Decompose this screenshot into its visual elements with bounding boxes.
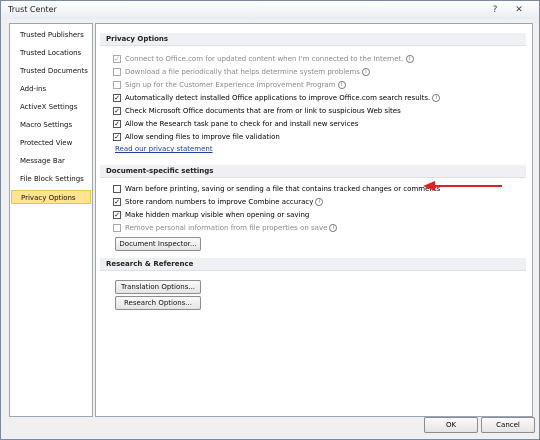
sidebar-item-add-ins[interactable]: Add-ins [11, 82, 91, 96]
sidebar-item-trusted-locations[interactable]: Trusted Locations [11, 46, 91, 60]
settings-panel: Privacy Options ✓ Connect to Office.com … [95, 23, 533, 417]
sidebar: Trusted Publishers Trusted Locations Tru… [9, 23, 93, 417]
info-icon[interactable]: i [329, 224, 338, 232]
checkbox[interactable]: ✓ [113, 55, 121, 63]
research-options-button[interactable]: Research Options... [115, 296, 201, 310]
checkbox[interactable]: ✓ [113, 211, 121, 219]
option-label: Download a file periodically that helps … [125, 68, 360, 76]
sidebar-item-activex-settings[interactable]: ActiveX Settings [11, 100, 91, 114]
sidebar-item-privacy-options[interactable]: Privacy Options [11, 190, 91, 204]
sidebar-item-file-block-settings[interactable]: File Block Settings [11, 172, 91, 186]
info-icon[interactable]: i [405, 55, 414, 63]
close-icon[interactable]: ✕ [503, 3, 535, 18]
checkbox[interactable] [113, 224, 121, 232]
option-label: Connect to Office.com for updated conten… [125, 55, 404, 63]
title-bar[interactable]: Trust Center ? ✕ [1, 1, 539, 19]
info-icon[interactable]: i [315, 198, 324, 206]
checkbox[interactable] [113, 68, 121, 76]
option-label: Make hidden markup visible when opening … [125, 211, 310, 219]
checkbox[interactable]: ✓ [113, 120, 121, 128]
ok-button[interactable]: OK [424, 417, 478, 433]
privacy-statement-link[interactable]: Read our privacy statement [115, 145, 213, 153]
checkbox[interactable]: ✓ [113, 133, 121, 141]
option-label: Warn before printing, saving or sending … [125, 185, 441, 193]
checkbox[interactable]: ✓ [113, 107, 121, 115]
option-label: Check Microsoft Office documents that ar… [125, 107, 401, 115]
option-label: Allow the Research task pane to check fo… [125, 120, 359, 128]
checkbox[interactable]: ✓ [113, 198, 121, 206]
trust-center-dialog: Trust Center ? ✕ Trusted Publishers Trus… [0, 0, 540, 440]
checkbox[interactable] [113, 185, 121, 193]
info-icon[interactable]: i [432, 94, 441, 102]
document-settings-header: Document-specific settings [100, 165, 526, 178]
sidebar-item-trusted-publishers[interactable]: Trusted Publishers [11, 28, 91, 42]
red-arrow-annotation [423, 181, 502, 191]
cancel-button[interactable]: Cancel [481, 417, 535, 433]
research-reference-header: Research & Reference [100, 258, 526, 271]
info-icon[interactable]: i [361, 68, 370, 76]
window-title: Trust Center [8, 5, 57, 14]
sidebar-item-trusted-documents[interactable]: Trusted Documents [11, 64, 91, 78]
sidebar-item-message-bar[interactable]: Message Bar [11, 154, 91, 168]
info-icon[interactable]: i [337, 81, 346, 89]
sidebar-item-protected-view[interactable]: Protected View [11, 136, 91, 150]
option-label: Sign up for the Customer Experience Impr… [125, 81, 336, 89]
option-label: Store random numbers to improve Combine … [125, 198, 314, 206]
translation-options-button[interactable]: Translation Options... [115, 280, 201, 294]
checkbox[interactable] [113, 81, 121, 89]
privacy-options-header: Privacy Options [100, 33, 526, 46]
help-icon[interactable]: ? [487, 3, 503, 18]
option-label: Allow sending files to improve file vali… [125, 133, 280, 141]
sidebar-item-macro-settings[interactable]: Macro Settings [11, 118, 91, 132]
option-label: Remove personal information from file pr… [125, 224, 328, 232]
checkbox[interactable]: ✓ [113, 94, 121, 102]
option-label: Automatically detect installed Office ap… [125, 94, 431, 102]
document-inspector-button[interactable]: Document Inspector... [115, 237, 201, 251]
